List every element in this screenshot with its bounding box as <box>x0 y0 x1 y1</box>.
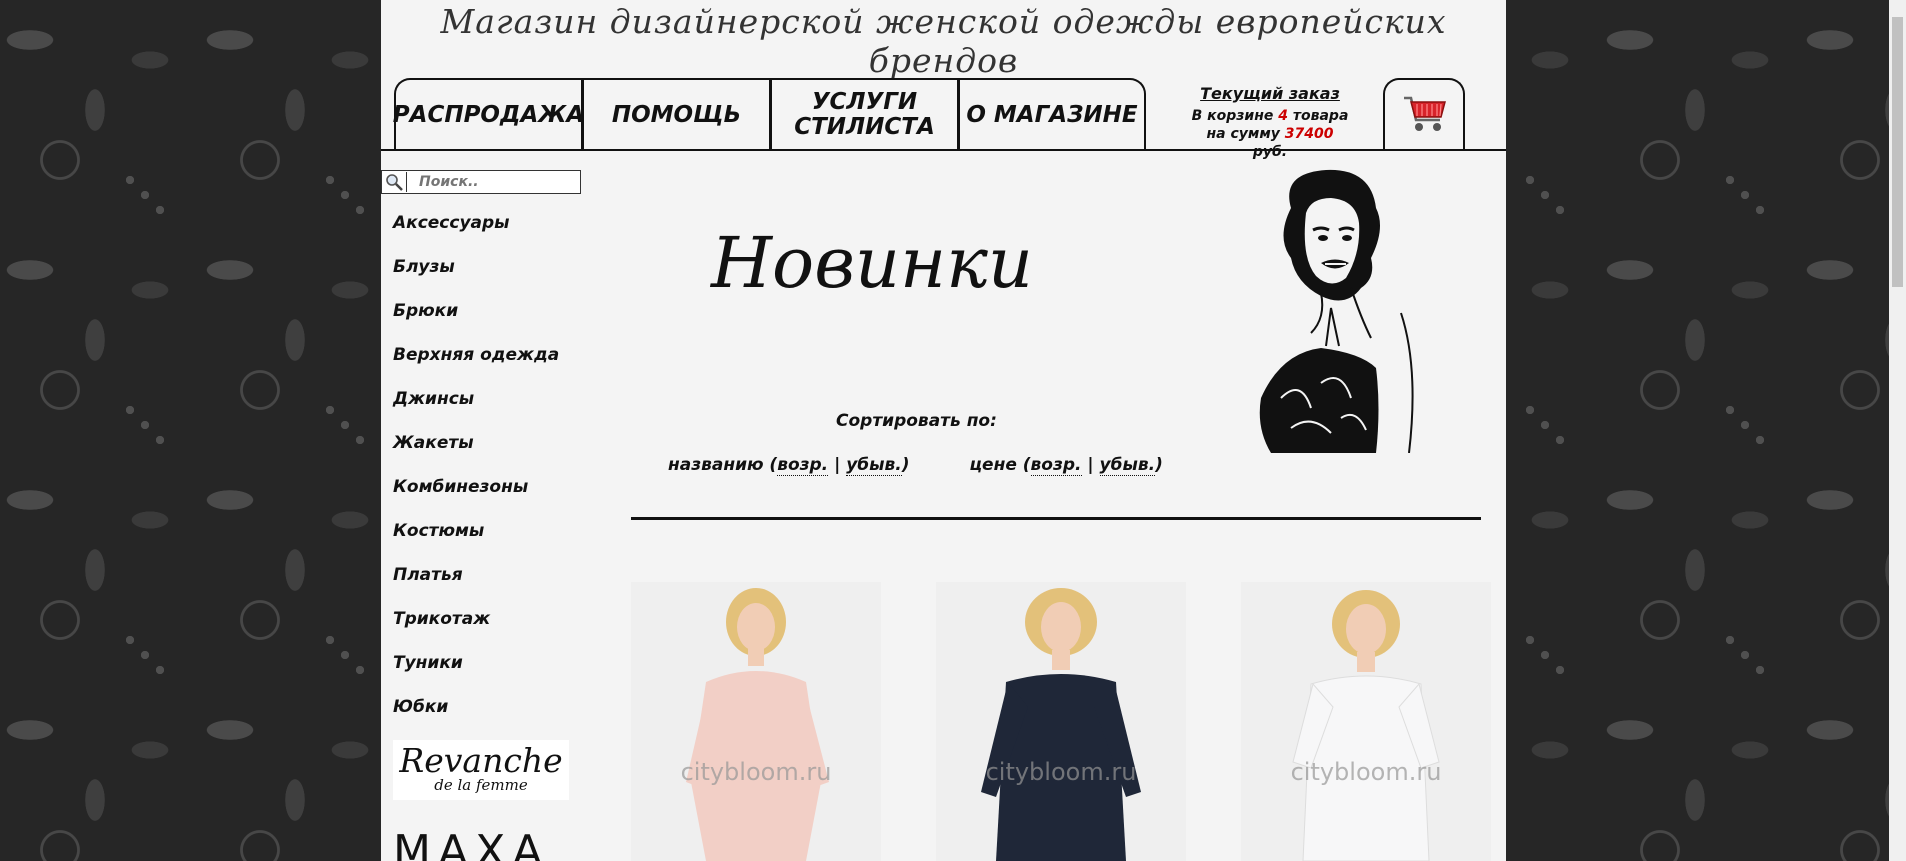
content-divider <box>631 517 1481 520</box>
category-knitwear[interactable]: Трикотаж <box>393 609 583 653</box>
search-box <box>381 170 581 194</box>
product-watermark: citybloom.ru <box>1290 758 1442 786</box>
sort-price-asc-link[interactable]: возр. <box>1030 455 1082 476</box>
category-jackets[interactable]: Жакеты <box>393 433 583 477</box>
sort-price-desc-link[interactable]: убыв. <box>1099 455 1156 476</box>
site-title: Магазин дизайнерской женской одежды евро… <box>440 2 1447 80</box>
brand-logo-sub: de la femme <box>434 776 528 794</box>
product-watermark: citybloom.ru <box>680 758 832 786</box>
brand-logo-maxa[interactable]: MAXA <box>393 826 549 861</box>
brand-logo-main: Revanche <box>399 741 563 780</box>
sort-label: Сортировать по: <box>836 411 997 431</box>
sort-by-price: цене (возр. | убыв.) <box>969 455 1163 476</box>
product-watermark: citybloom.ru <box>985 758 1137 786</box>
sort-close-paren: ) <box>901 455 910 475</box>
scrollbar-thumb[interactable] <box>1892 17 1903 287</box>
page-heading: Новинки <box>711 222 1034 304</box>
cart-sum-prefix: на сумму <box>1206 126 1280 142</box>
product-photo <box>981 588 1141 861</box>
product-photo <box>686 588 829 861</box>
sort-name-label: названию ( <box>668 455 778 475</box>
sort-close-paren: ) <box>1155 455 1163 475</box>
category-dresses[interactable]: Платья <box>393 565 583 609</box>
category-accessories[interactable]: Аксессуары <box>393 213 583 257</box>
cart-count-suffix: товара <box>1292 108 1349 124</box>
cart-count-line: В корзине 4 товара на сумму 37400 руб. <box>1189 107 1351 161</box>
product-card[interactable]: citybloom.ru <box>936 582 1186 861</box>
cart-button[interactable] <box>1383 78 1465 150</box>
product-photo <box>1292 590 1440 861</box>
category-menu: Аксессуары Блузы Брюки Верхняя одежда Дж… <box>393 213 583 741</box>
shopping-cart-icon <box>1400 92 1448 138</box>
sort-name-asc-link[interactable]: возр. <box>777 455 829 476</box>
category-suits[interactable]: Костюмы <box>393 521 583 565</box>
nav-about[interactable]: О МАГАЗИНЕ <box>958 78 1146 150</box>
category-outerwear[interactable]: Верхняя одежда <box>393 345 583 389</box>
category-blouses[interactable]: Блузы <box>393 257 583 301</box>
nav-sale[interactable]: РАСПРОДАЖА <box>393 78 584 150</box>
main-nav: РАСПРОДАЖА ПОМОЩЬ УСЛУГИ СТИЛИСТА О МАГА… <box>393 78 1146 150</box>
category-jumpsuits[interactable]: Комбинезоны <box>393 477 583 521</box>
current-order-link[interactable]: Текущий заказ <box>1189 84 1351 103</box>
nav-stylist[interactable]: УСЛУГИ СТИЛИСТА <box>770 78 958 150</box>
marilyn-portrait-image <box>1251 168 1421 454</box>
sort-separator: | <box>828 455 847 475</box>
page-scrollbar[interactable] <box>1889 0 1906 861</box>
sort-separator: | <box>1081 455 1100 475</box>
product-card[interactable]: citybloom.ru <box>1241 582 1491 861</box>
brand-logo-revanche[interactable]: Revanche de la femme <box>393 740 569 800</box>
sort-name-desc-link[interactable]: убыв. <box>846 455 902 476</box>
search-input[interactable] <box>406 172 576 192</box>
category-tunics[interactable]: Туники <box>393 653 583 697</box>
category-trousers[interactable]: Брюки <box>393 301 583 345</box>
cart-count: 4 <box>1278 108 1289 124</box>
product-card[interactable]: citybloom.ru <box>631 582 881 861</box>
category-skirts[interactable]: Юбки <box>393 697 583 741</box>
search-icon[interactable] <box>384 173 404 191</box>
category-jeans[interactable]: Джинсы <box>393 389 583 433</box>
sort-controls: названию (возр. | убыв.) цене (возр. | у… <box>668 455 1163 476</box>
sort-by-name: названию (возр. | убыв.) <box>668 455 910 476</box>
cart-count-prefix: В корзине <box>1191 108 1274 124</box>
sort-price-label: цене ( <box>969 455 1031 475</box>
header-divider <box>381 149 1506 151</box>
page-container: Магазин дизайнерской женской одежды евро… <box>381 0 1506 861</box>
cart-currency: руб. <box>1252 144 1288 160</box>
cart-sum: 37400 <box>1284 126 1334 142</box>
nav-help[interactable]: ПОМОЩЬ <box>582 78 770 150</box>
